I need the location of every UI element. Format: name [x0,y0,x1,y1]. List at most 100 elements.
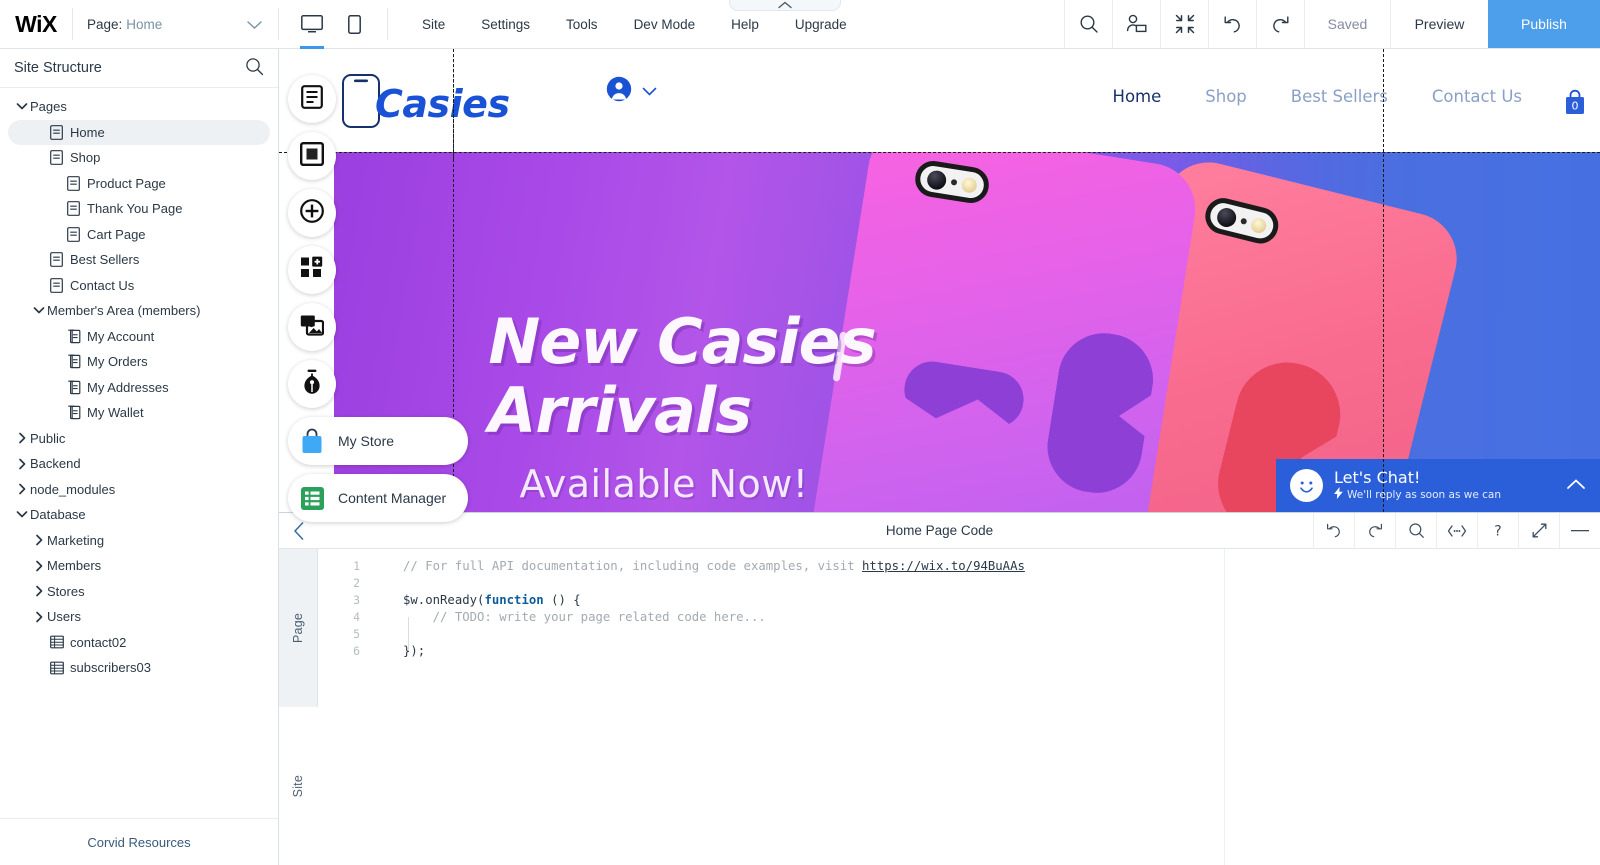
tree-item-thank-you-page[interactable]: Thank You Page [8,196,270,222]
chevron-right-icon[interactable] [14,432,30,444]
menu-dev-mode[interactable]: Dev Mode [616,0,714,48]
site-structure-sidebar: Site Structure Pages Home Shop Product Page… [0,49,279,865]
tab-site-label: Site [291,774,305,797]
tree-item-my-wallet[interactable]: My Wallet [8,400,270,426]
site-nav-home[interactable]: Home [1091,87,1184,106]
code-snippet-icon[interactable] [1436,512,1477,549]
tree-item-label: My Wallet [87,405,144,421]
add-button[interactable] [288,189,336,237]
tree-item-cart-page[interactable]: Cart Page [8,222,270,248]
collapse-toolbar-button[interactable] [729,0,841,11]
search-icon[interactable] [245,57,264,80]
undo-icon[interactable] [1313,512,1354,549]
page-selector[interactable]: Page: Home [73,0,278,48]
device-switcher [279,0,387,49]
chevron-right-icon[interactable] [31,534,47,546]
wix-logo[interactable]: WiX [0,0,72,48]
chevron-down-icon [247,18,262,33]
corvid-resources-link[interactable]: Corvid Resources [0,818,278,865]
media-button[interactable] [288,303,336,351]
search-icon[interactable] [1064,0,1112,48]
menu-site[interactable]: Site [404,0,463,48]
preview-button[interactable]: Preview [1390,0,1488,48]
tree-item-node-modules[interactable]: node_modules [8,477,270,503]
user-roles-icon[interactable] [1112,0,1160,48]
tree-item-subscribers03[interactable]: subscribers03 [8,655,270,681]
code-editor-right-pad [1224,549,1600,865]
tree-item-product-page[interactable]: Product Page [8,171,270,197]
tree-item-member-s-area-members[interactable]: Member's Area (members) [8,298,270,324]
tree-item-label: Database [30,507,86,523]
my-store-button[interactable]: My Store [288,417,469,465]
api-docs-link[interactable]: https://wix.to/94BuAAs [862,559,1025,573]
line-number: 5 [353,627,360,641]
tree-item-my-orders[interactable]: My Orders [8,349,270,375]
minimize-icon[interactable] [1559,512,1600,549]
tree-item-database[interactable]: Database [8,502,270,528]
menu-tools[interactable]: Tools [548,0,616,48]
redo-icon[interactable] [1354,512,1395,549]
tree-item-my-account[interactable]: My Account [8,324,270,350]
tree-item-home[interactable]: Home [8,119,270,145]
blog-button[interactable] [288,360,336,408]
page-icon [64,226,83,242]
content-manager-button[interactable]: Content Manager [288,474,469,522]
code-panel-tools: ? [1313,512,1600,549]
site-nav-contact-us[interactable]: Contact Us [1410,87,1544,106]
site-nav-best-sellers[interactable]: Best Sellers [1269,87,1410,106]
tree-item-marketing[interactable]: Marketing [8,528,270,554]
tree-item-best-sellers[interactable]: Best Sellers [8,247,270,273]
page-selector-value: Home [126,16,163,32]
chevron-right-icon[interactable] [31,611,47,623]
tree-item-contact02[interactable]: contact02 [8,630,270,656]
chevron-down-icon[interactable] [14,102,30,111]
tree-item-label: My Orders [87,354,148,370]
tree-item-label: Shop [70,150,101,166]
code-keyword-function: function [484,593,544,607]
tree-item-stores[interactable]: Stores [8,579,270,605]
code-editor[interactable]: 1 2 3 4 5 6 // For full API documentation, in… [318,549,1600,865]
tab-site[interactable]: Site [279,706,318,865]
page-icon [47,277,66,293]
site-structure-tree: Pages Home Shop Product Page Thank You Page C… [0,88,278,818]
chat-widget[interactable]: Let's Chat! We'll reply as soon as we ca… [1276,459,1600,512]
tree-item-users[interactable]: Users [8,604,270,630]
mobile-view-button[interactable] [341,5,367,43]
cart-bag-icon[interactable]: 0 [1563,89,1587,115]
page-icon [64,175,83,191]
desktop-view-button[interactable] [299,5,325,49]
site-nav-shop[interactable]: Shop [1183,87,1269,106]
account-menu[interactable] [606,76,657,107]
chevron-right-icon[interactable] [14,483,30,495]
tree-item-public[interactable]: Public [8,426,270,452]
my-store-label: My Store [338,433,395,449]
add-apps-button[interactable] [288,246,336,294]
redo-icon[interactable] [1256,0,1304,48]
zoom-out-icon[interactable] [1160,0,1208,48]
tree-item-pages[interactable]: Pages [8,94,270,120]
hero-banner[interactable]: New Casies Arrivals Available Now! Let's… [334,152,1600,512]
chevron-right-icon[interactable] [31,560,47,572]
code-text-area[interactable]: // For full API documentation, including… [370,549,1224,865]
undo-icon[interactable] [1208,0,1256,48]
background-button[interactable] [288,132,336,180]
chevron-right-icon[interactable] [31,585,47,597]
tree-item-backend[interactable]: Backend [8,451,270,477]
tab-page[interactable]: Page [279,549,317,707]
tree-item-contact-us[interactable]: Contact Us [8,273,270,299]
menu-settings[interactable]: Settings [463,0,548,48]
tree-item-shop[interactable]: Shop [8,145,270,171]
menus-pages-button[interactable] [288,75,336,123]
chevron-up-icon[interactable] [1566,477,1586,495]
chevron-right-icon[interactable] [14,458,30,470]
search-icon[interactable] [1395,512,1436,549]
tree-item-my-addresses[interactable]: My Addresses [8,375,270,401]
chevron-down-icon[interactable] [31,306,47,315]
help-icon[interactable]: ? [1477,512,1518,549]
chevron-down-icon[interactable] [14,510,30,519]
tree-item-members[interactable]: Members [8,553,270,579]
expand-icon[interactable] [1518,512,1559,549]
publish-button[interactable]: Publish [1488,0,1600,48]
left-toolbar: My Store Content Manager [288,75,469,531]
